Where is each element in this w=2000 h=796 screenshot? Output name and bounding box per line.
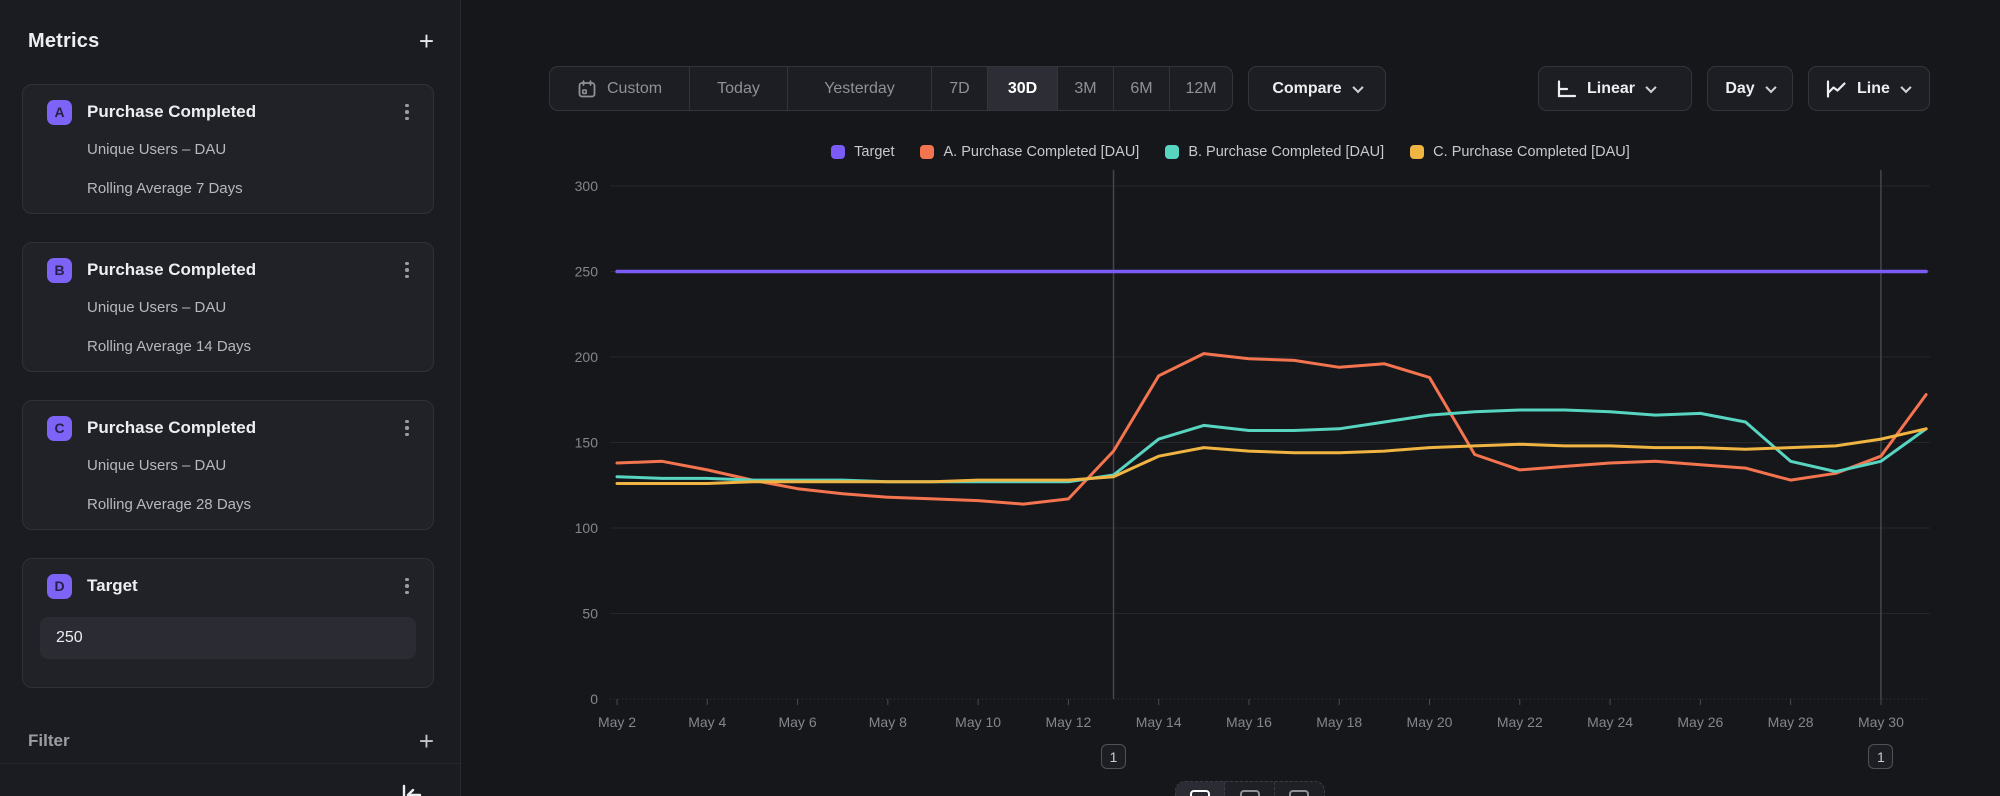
kebab-menu-icon[interactable] — [399, 576, 415, 597]
metric-card-head: B Purchase Completed — [47, 257, 415, 283]
view-details-button[interactable] — [1275, 782, 1324, 796]
line-chart[interactable]: 0 50 100 150 200 250 300 May 2 May 4 May 6 May 8 Ma… — [461, 0, 2000, 796]
metric-title: Purchase Completed — [87, 418, 399, 438]
x-axis-label: May 24 — [1587, 714, 1633, 730]
y-axis-label: 100 — [575, 520, 599, 536]
x-axis-label: May 4 — [688, 714, 726, 730]
filter-label: Filter — [28, 731, 70, 751]
x-axis-label: May 2 — [598, 714, 636, 730]
kebab-menu-icon[interactable] — [399, 260, 415, 281]
target-value-input[interactable] — [40, 617, 416, 659]
metric-card-head: A Purchase Completed — [47, 99, 415, 125]
sidebar-title: Metrics — [28, 30, 99, 53]
metric-rolling-average: Rolling Average 7 Days — [87, 180, 243, 197]
series-b[interactable] — [617, 410, 1926, 482]
metrics-dashboard: Metrics + A Purchase Completed Unique Us… — [0, 0, 2000, 796]
y-axis-label: 50 — [582, 606, 598, 622]
kebab-menu-icon[interactable] — [399, 418, 415, 439]
sidebar-header: Metrics + — [28, 26, 434, 56]
metric-title: Purchase Completed — [87, 102, 399, 122]
metric-badge-a: A — [47, 100, 72, 125]
metric-badge-b: B — [47, 258, 72, 283]
add-metric-button[interactable]: + — [419, 28, 434, 54]
metric-rolling-average: Rolling Average 28 Days — [87, 496, 251, 513]
table-view-icon — [1240, 790, 1260, 796]
metric-badge-d: D — [47, 574, 72, 599]
details-view-icon — [1289, 790, 1309, 796]
x-axis-label: May 14 — [1136, 714, 1182, 730]
series-c[interactable] — [617, 429, 1926, 484]
metrics-sidebar: Metrics + A Purchase Completed Unique Us… — [0, 0, 461, 796]
metric-card-a[interactable]: A Purchase Completed Unique Users – DAU … — [22, 84, 434, 214]
x-axis-label: May 30 — [1858, 714, 1904, 730]
filter-section: Filter + — [28, 726, 434, 756]
x-axis-label: May 20 — [1407, 714, 1453, 730]
bottom-view-switcher — [1175, 781, 1325, 796]
y-axis-label: 200 — [575, 349, 599, 365]
sidebar-divider — [0, 763, 460, 764]
x-axis-label: May 16 — [1226, 714, 1272, 730]
metric-card-head: C Purchase Completed — [47, 415, 415, 441]
target-card[interactable]: D Target — [22, 558, 434, 688]
metric-rolling-average: Rolling Average 14 Days — [87, 338, 251, 355]
metric-card-b[interactable]: B Purchase Completed Unique Users – DAU … — [22, 242, 434, 372]
x-axis-label: May 22 — [1497, 714, 1543, 730]
x-axis-label: May 10 — [955, 714, 1001, 730]
y-axis-label: 150 — [575, 435, 599, 451]
metric-title: Purchase Completed — [87, 260, 399, 280]
metric-measurement: Unique Users – DAU — [87, 299, 226, 316]
collapse-sidebar-icon[interactable] — [396, 780, 426, 796]
y-axis-label: 250 — [575, 264, 599, 280]
add-filter-button[interactable]: + — [419, 728, 434, 754]
view-table-button[interactable] — [1225, 782, 1274, 796]
metric-measurement: Unique Users – DAU — [87, 141, 226, 158]
y-axis-label: 300 — [575, 178, 599, 194]
x-axis-label: May 12 — [1045, 714, 1091, 730]
target-card-head: D Target — [47, 573, 415, 599]
annotation-badge[interactable]: 1 — [1868, 744, 1893, 769]
x-axis-label: May 8 — [869, 714, 907, 730]
x-axis-label: May 6 — [778, 714, 816, 730]
metric-card-c[interactable]: C Purchase Completed Unique Users – DAU … — [22, 400, 434, 530]
x-axis-label: May 26 — [1677, 714, 1723, 730]
x-axis-label: May 18 — [1316, 714, 1362, 730]
y-axis-label: 0 — [590, 691, 598, 707]
metric-badge-c: C — [47, 416, 72, 441]
target-title: Target — [87, 576, 399, 596]
view-chart-button[interactable] — [1176, 782, 1225, 796]
metric-measurement: Unique Users – DAU — [87, 457, 226, 474]
chart-view-icon — [1190, 790, 1210, 796]
kebab-menu-icon[interactable] — [399, 102, 415, 123]
x-axis-label: May 28 — [1768, 714, 1814, 730]
annotation-badge[interactable]: 1 — [1101, 744, 1126, 769]
